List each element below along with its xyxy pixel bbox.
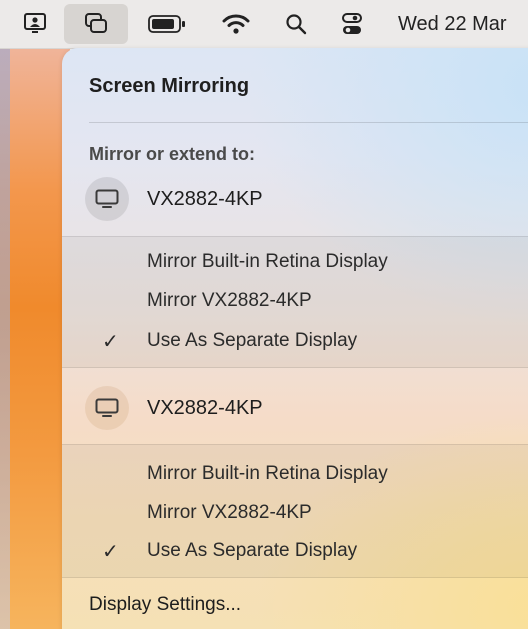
divider <box>62 577 528 578</box>
menu-bar-clock[interactable]: Wed 22 Mar <box>398 0 507 48</box>
wallpaper-edge <box>0 44 10 629</box>
divider <box>89 122 528 123</box>
desktop-wallpaper <box>0 44 70 629</box>
monitor-icon <box>85 386 129 430</box>
display-row-2[interactable]: VX2882-4KP <box>62 379 528 437</box>
screen-mirroring-icon[interactable] <box>64 4 128 44</box>
menu-bar: Wed 22 Mar <box>0 0 528 49</box>
display-name: VX2882-4KP <box>147 396 263 419</box>
display-settings-link[interactable]: Display Settings... <box>89 594 241 616</box>
option-mirror-builtin[interactable]: Mirror Built-in Retina Display <box>62 455 528 493</box>
divider <box>62 367 528 368</box>
option-mirror-vx[interactable]: Mirror VX2882-4KP <box>62 494 528 532</box>
option-label: Mirror VX2882-4KP <box>147 290 312 311</box>
checkmark-icon: ✓ <box>102 540 119 563</box>
monitor-icon <box>85 177 129 221</box>
display-2-options: Mirror Built-in Retina Display Mirror VX… <box>62 445 528 577</box>
option-mirror-vx[interactable]: Mirror VX2882-4KP <box>62 282 528 320</box>
option-label: Use As Separate Display <box>147 540 358 561</box>
display-name: VX2882-4KP <box>147 187 263 210</box>
popover-title: Screen Mirroring <box>89 75 250 97</box>
screen-mirroring-popover: Screen Mirroring Mirror or extend to: VX… <box>62 48 528 629</box>
wifi-icon[interactable] <box>218 0 254 48</box>
option-label: Use As Separate Display <box>147 330 358 351</box>
option-separate-display[interactable]: ✓ Use As Separate Display <box>62 532 528 570</box>
option-mirror-builtin[interactable]: Mirror Built-in Retina Display <box>62 243 528 281</box>
option-label: Mirror VX2882-4KP <box>147 502 312 523</box>
option-separate-display[interactable]: ✓ Use As Separate Display <box>62 322 528 360</box>
spotlight-search-icon[interactable] <box>280 0 312 48</box>
control-center-icon[interactable] <box>335 0 369 48</box>
checkmark-icon: ✓ <box>102 330 119 353</box>
option-label: Mirror Built-in Retina Display <box>147 251 388 272</box>
screen-sharing-icon[interactable] <box>18 0 52 48</box>
display-1-options: Mirror Built-in Retina Display Mirror VX… <box>62 237 528 367</box>
section-label: Mirror or extend to: <box>89 144 256 164</box>
battery-icon[interactable] <box>143 0 191 48</box>
display-row-1[interactable]: VX2882-4KP <box>62 170 528 228</box>
option-label: Mirror Built-in Retina Display <box>147 463 388 484</box>
